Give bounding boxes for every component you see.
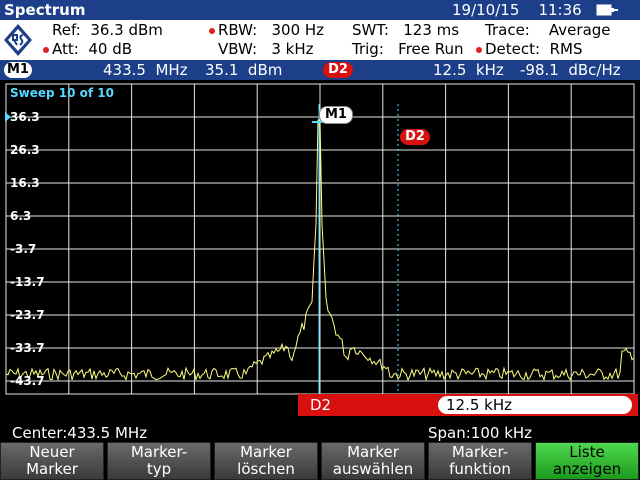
- y-label-1: 26.3: [10, 143, 40, 157]
- d2-tag[interactable]: D2: [323, 62, 353, 78]
- d2-frequency-input[interactable]: 12.5 kHz: [438, 396, 632, 414]
- d2-edit-bar: D2 12.5 kHz: [298, 394, 638, 416]
- marker-type-button[interactable]: Marker-typ: [107, 442, 211, 480]
- delete-marker-button[interactable]: Marker löschen: [214, 442, 318, 480]
- battery-plug-icon: [596, 4, 618, 16]
- softkey-line2: typ: [146, 460, 172, 478]
- y-label-6: -23.7: [10, 308, 45, 322]
- d2-marker-label[interactable]: D2: [400, 129, 430, 145]
- softkey-line1: Neuer: [29, 443, 75, 461]
- detector[interactable]: Detect: RMS: [485, 40, 583, 58]
- d2-edit-label: D2: [310, 396, 332, 414]
- softkey-line2: löschen: [237, 460, 295, 478]
- show-list-button[interactable]: Liste anzeigen: [535, 442, 639, 480]
- title-bar: Spectrum 19/10/15 11:36: [0, 0, 640, 20]
- attenuation[interactable]: Att: 40 dB: [52, 40, 132, 58]
- status-bar: Center:433.5 MHz Span:100 kHz: [0, 424, 640, 442]
- spectrum-graph[interactable]: [0, 80, 640, 424]
- new-marker-button[interactable]: Neuer Marker: [0, 442, 104, 480]
- m1-marker-label[interactable]: M1: [319, 106, 353, 124]
- y-label-8: -43.7: [10, 374, 45, 388]
- marker-function-button[interactable]: Marker-funktion: [428, 442, 532, 480]
- m1-frequency: 433.5 MHz: [103, 61, 188, 79]
- y-label-0: 36.3: [10, 110, 40, 124]
- softkey-line2: funktion: [449, 460, 511, 478]
- softkey-line2: anzeigen: [552, 460, 622, 478]
- vbw[interactable]: VBW: 3 kHz: [218, 40, 313, 58]
- center-frequency[interactable]: Center:433.5 MHz: [12, 424, 147, 442]
- ref-level[interactable]: Ref: 36.3 dBm: [52, 21, 163, 39]
- att-indicator-dot: [43, 47, 49, 53]
- app-title: Spectrum: [4, 1, 86, 19]
- sweep-time[interactable]: SWT: 123 ms: [352, 21, 459, 39]
- y-label-4: -3.7: [10, 242, 37, 256]
- softkey-bar: Neuer Marker Marker-typ Marker löschen Mar…: [0, 442, 640, 480]
- detect-indicator-dot: [476, 47, 482, 53]
- y-label-3: 6.3: [10, 209, 32, 223]
- rohde-schwarz-logo-icon: [4, 24, 32, 56]
- select-marker-button[interactable]: Marker auswählen: [321, 442, 425, 480]
- d2-level: -98.1 dBc/Hz: [520, 61, 621, 79]
- date-time: 19/10/15 11:36: [452, 1, 582, 19]
- softkey-line1: Liste: [569, 443, 605, 461]
- trigger[interactable]: Trig: Free Run: [352, 40, 464, 58]
- d2-frequency: 12.5 kHz: [433, 61, 504, 79]
- softkey-line1: Marker: [240, 443, 292, 461]
- softkey-line1: Marker-: [130, 443, 188, 461]
- settings-panel: Ref: 36.3 dBm Att: 40 dB RBW: 300 Hz VBW…: [0, 20, 640, 60]
- rbw-indicator-dot: [209, 28, 215, 34]
- y-label-2: 16.3: [10, 176, 40, 190]
- spectrum-plot[interactable]: Sweep 10 of 10 36.3 26.3 16.3 6.3 -3.7 -…: [0, 80, 640, 424]
- m1-tag[interactable]: M1: [4, 62, 32, 78]
- date: 19/10/15: [452, 1, 520, 19]
- time: 11:36: [538, 1, 582, 19]
- y-label-7: -33.7: [10, 341, 45, 355]
- softkey-line2: auswählen: [332, 460, 414, 478]
- y-label-5: -13.7: [10, 275, 45, 289]
- softkey-line1: Marker: [347, 443, 399, 461]
- trace-mode[interactable]: Trace: Average: [485, 21, 611, 39]
- rbw[interactable]: RBW: 300 Hz: [218, 21, 324, 39]
- softkey-line2: Marker: [26, 460, 78, 478]
- span[interactable]: Span:100 kHz: [428, 424, 532, 442]
- softkey-line1: Marker-: [451, 443, 509, 461]
- m1-level: 35.1 dBm: [205, 61, 283, 79]
- sweep-counter: Sweep 10 of 10: [10, 86, 114, 100]
- marker-readout-bar: M1 433.5 MHz 35.1 dBm D2 12.5 kHz -98.1 …: [0, 60, 640, 80]
